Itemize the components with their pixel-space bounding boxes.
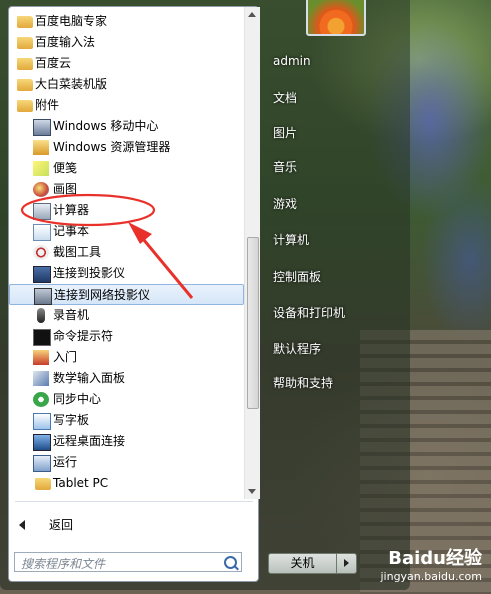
program-label: 百度云 bbox=[35, 56, 72, 70]
shutdown-options-arrow-icon[interactable] bbox=[336, 553, 357, 574]
sticky-notes-icon bbox=[33, 161, 49, 176]
watermark-url: jingyan.baidu.com bbox=[380, 570, 482, 583]
network-projector-icon bbox=[34, 288, 52, 305]
baidu-watermark: Baidu经验 jingyan.baidu.com bbox=[380, 540, 488, 590]
notepad-icon bbox=[33, 224, 51, 241]
program-item[interactable]: 便笺 bbox=[9, 158, 244, 179]
start-menu-right-item[interactable]: 帮助和支持 bbox=[273, 374, 333, 391]
start-menu-right-item[interactable]: 设备和打印机 bbox=[273, 304, 345, 321]
projector-icon bbox=[33, 266, 51, 283]
program-item[interactable]: 记事本 bbox=[9, 221, 244, 242]
remote-desktop-icon bbox=[33, 434, 51, 451]
search-input[interactable]: 搜索程序和文件 bbox=[14, 552, 242, 572]
program-label: 连接到网络投影仪 bbox=[54, 288, 151, 302]
program-item[interactable]: 入门 bbox=[9, 347, 244, 368]
mobility-center-icon bbox=[33, 119, 51, 136]
programs-panel: 百度电脑专家 百度输入法百度云大白菜装机版 附件 Windows 移动中心 Window… bbox=[8, 6, 260, 582]
program-label: 记事本 bbox=[53, 224, 90, 238]
shutdown-button[interactable]: 关机 bbox=[268, 553, 337, 574]
start-menu-right-item[interactable]: 控制面板 bbox=[273, 268, 321, 285]
all-programs-list: 百度电脑专家 百度输入法百度云大白菜装机版 附件 Windows 移动中心 Window… bbox=[9, 7, 244, 499]
cmd-icon bbox=[33, 329, 51, 346]
getting-started-icon bbox=[33, 350, 49, 365]
start-menu-right-item[interactable]: 图片 bbox=[273, 124, 297, 141]
program-item[interactable]: 数学输入面板 bbox=[9, 368, 244, 389]
search-icon[interactable] bbox=[224, 556, 237, 569]
folder-icon bbox=[35, 478, 51, 490]
program-label: 画图 bbox=[53, 182, 78, 196]
program-item[interactable]: 连接到网络投影仪 bbox=[9, 284, 244, 305]
divider bbox=[15, 501, 253, 502]
wordpad-icon bbox=[33, 413, 51, 430]
program-label: Windows 移动中心 bbox=[53, 119, 159, 133]
program-label: 大白菜装机版 bbox=[35, 77, 108, 91]
program-label: 命令提示符 bbox=[53, 329, 114, 343]
program-item[interactable]: 截图工具 bbox=[9, 242, 244, 263]
back-label: 返回 bbox=[49, 518, 74, 532]
explorer-icon bbox=[33, 140, 49, 155]
back-arrow-icon bbox=[19, 520, 25, 530]
folder-icon bbox=[17, 37, 33, 49]
program-folder[interactable]: 百度电脑专家 bbox=[9, 11, 244, 32]
program-label: 百度输入法 bbox=[35, 35, 96, 49]
program-item[interactable]: 计算器 bbox=[9, 200, 244, 221]
scroll-down-arrow-icon[interactable] bbox=[248, 489, 256, 494]
folder-icon bbox=[17, 16, 33, 28]
program-item[interactable]: Windows 移动中心 bbox=[9, 116, 244, 137]
program-folder[interactable]: 百度云 bbox=[9, 53, 244, 74]
math-input-icon bbox=[33, 371, 49, 386]
scrollbar-thumb[interactable] bbox=[247, 237, 259, 409]
program-folder[interactable]: 大白菜装机版 bbox=[9, 74, 244, 95]
program-label: 附件 bbox=[35, 98, 60, 112]
program-label: 连接到投影仪 bbox=[53, 266, 126, 280]
program-folder[interactable]: 附件 bbox=[9, 95, 244, 116]
start-menu-right-item[interactable]: 默认程序 bbox=[273, 340, 321, 357]
start-menu: 百度电脑专家 百度输入法百度云大白菜装机版 附件 Windows 移动中心 Window… bbox=[0, 0, 410, 590]
program-item[interactable]: 命令提示符 bbox=[9, 326, 244, 347]
program-label: 远程桌面连接 bbox=[53, 434, 126, 448]
program-item[interactable]: 画图 bbox=[9, 179, 244, 200]
program-label: 计算器 bbox=[53, 203, 90, 217]
program-item[interactable]: 写字板 bbox=[9, 410, 244, 431]
program-item[interactable]: 录音机 bbox=[9, 305, 244, 326]
user-picture[interactable] bbox=[306, 0, 366, 36]
program-label: 入门 bbox=[53, 350, 78, 364]
program-item[interactable]: Windows 资源管理器 bbox=[9, 137, 244, 158]
scroll-up-arrow-icon[interactable] bbox=[248, 12, 256, 17]
start-menu-right-item[interactable]: 计算机 bbox=[273, 231, 309, 248]
back-button[interactable]: 返回 bbox=[15, 514, 245, 536]
start-menu-right-item[interactable]: 游戏 bbox=[273, 195, 297, 212]
program-folder[interactable]: Tablet PC bbox=[9, 473, 244, 494]
program-label: 截图工具 bbox=[53, 245, 102, 259]
program-label: Tablet PC bbox=[53, 476, 109, 490]
snipping-tool-icon bbox=[33, 245, 49, 260]
program-label: 数学输入面板 bbox=[53, 371, 126, 385]
folder-icon bbox=[17, 58, 33, 70]
start-menu-right-item[interactable]: 文档 bbox=[273, 89, 297, 106]
folder-icon bbox=[17, 100, 33, 112]
search-placeholder: 搜索程序和文件 bbox=[21, 557, 106, 571]
sync-center-icon bbox=[33, 392, 49, 407]
watermark-logo: Baidu经验 bbox=[388, 548, 482, 569]
calculator-icon bbox=[33, 203, 51, 220]
program-folder[interactable]: 百度输入法 bbox=[9, 32, 244, 53]
program-label: 写字板 bbox=[53, 413, 90, 427]
program-label: 同步中心 bbox=[53, 392, 102, 406]
program-label: 运行 bbox=[53, 455, 78, 469]
program-label: Windows 资源管理器 bbox=[53, 140, 171, 154]
program-label: 百度电脑专家 bbox=[35, 14, 108, 28]
sound-recorder-icon bbox=[37, 308, 45, 323]
program-label: 录音机 bbox=[53, 308, 90, 322]
user-name-link[interactable]: admin bbox=[273, 54, 311, 68]
start-menu-right-item[interactable]: 音乐 bbox=[273, 158, 297, 175]
program-item[interactable]: 同步中心 bbox=[9, 389, 244, 410]
program-item[interactable]: 连接到投影仪 bbox=[9, 263, 244, 284]
program-item[interactable]: 运行 bbox=[9, 452, 244, 473]
folder-icon bbox=[17, 79, 33, 91]
programs-scrollbar[interactable] bbox=[244, 7, 260, 499]
paint-icon bbox=[33, 182, 49, 197]
program-item[interactable]: 远程桌面连接 bbox=[9, 431, 244, 452]
run-icon bbox=[33, 455, 51, 472]
program-label: 便笺 bbox=[53, 161, 78, 175]
